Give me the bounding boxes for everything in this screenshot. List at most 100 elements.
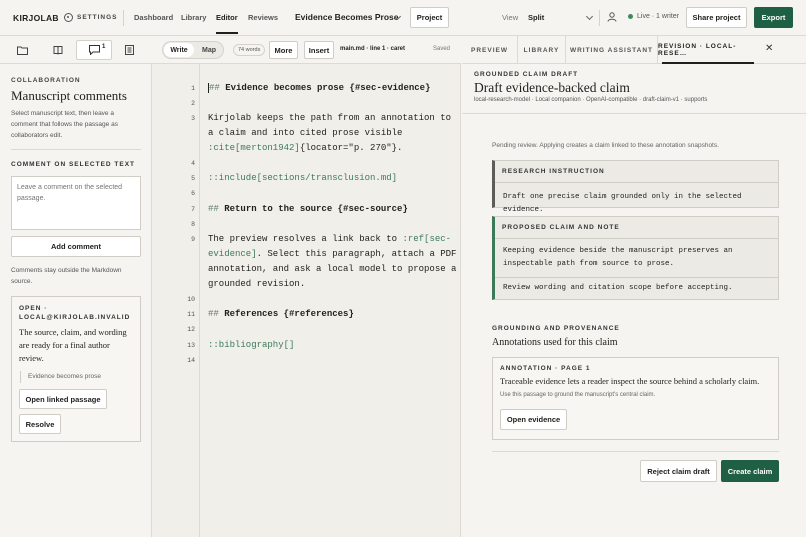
annotation-quote: Traceable evidence lets a reader inspect… (500, 376, 760, 386)
live-status: Live · 1 writer (637, 13, 680, 20)
top-bar: KIRJOLAB SETTINGS Dashboard Library Edit… (0, 0, 806, 36)
grounding-title: Annotations used for this claim (492, 337, 618, 348)
line-number: 10 (187, 296, 195, 303)
code-line-3-wrap[interactable]: a claim and into cited prose visible (208, 126, 402, 141)
panel-title: Manuscript comments (11, 88, 127, 103)
nav-editor-label: Editor (216, 13, 238, 22)
tab-revision[interactable]: REVISION · LOCAL-RESE… (658, 36, 758, 64)
draft-kicker: GROUNDED CLAIM DRAFT (474, 71, 579, 78)
code-line-11[interactable]: ## References {#references} (208, 307, 354, 322)
code-line-9-wrap[interactable]: annotation, and ask a local model to pro… (208, 262, 456, 277)
pending-status: Pending review. Applying creates a claim… (492, 142, 719, 149)
document-title[interactable]: Evidence Becomes Prose (295, 12, 398, 22)
create-claim-button[interactable]: Create claim (721, 460, 779, 482)
comment-textarea[interactable] (11, 176, 141, 230)
paragraph-text: a claim and into cited prose visible (208, 128, 403, 138)
line-number: 8 (191, 221, 195, 228)
thread-status: OPEN · LOCAL@KIRJOLAB.INVALID (19, 305, 131, 321)
paragraph-text: The preview resolves a link back to (208, 234, 403, 244)
line-number: 11 (187, 311, 195, 318)
project-button[interactable]: Project (410, 7, 449, 28)
nav-reviews[interactable]: Reviews (248, 13, 278, 22)
open-linked-passage-button[interactable]: Open linked passage (19, 389, 107, 409)
folder-icon (16, 46, 28, 55)
line-number: 6 (191, 190, 195, 197)
nav-library[interactable]: Library (181, 13, 206, 22)
code-line-9[interactable]: The preview resolves a link back to :ref… (208, 232, 451, 247)
draft-meta: local-research-model · Local companion ·… (474, 97, 708, 103)
proposed-label: PROPOSED CLAIM AND NOTE (495, 217, 778, 239)
save-status: Saved (433, 46, 451, 52)
tab-files[interactable] (4, 40, 40, 60)
caret-location: main.md · line 1 · caret (340, 46, 406, 52)
comments-count-badge: 1 (102, 44, 106, 50)
panel-intro: Select manuscript text, then leave a com… (11, 110, 118, 139)
divider (599, 10, 600, 26)
code-line-7[interactable]: ## Return to the source {#sec-source} (208, 202, 408, 217)
settings-button[interactable]: SETTINGS (64, 13, 118, 22)
tab-history[interactable] (111, 40, 147, 60)
paragraph-text: {locator="p. 270"}. (299, 143, 403, 153)
insert-button[interactable]: Insert (304, 41, 334, 59)
ref-directive: evidence] (208, 249, 257, 259)
chevron-down-icon[interactable] (585, 12, 594, 21)
line-number: 4 (191, 160, 195, 167)
comment-icon (88, 45, 100, 55)
code-line-13[interactable]: ::bibliography[] (208, 338, 294, 353)
export-button[interactable]: Export (754, 7, 793, 28)
code-line-3[interactable]: Kirjolab keeps the path from an annotati… (208, 111, 451, 126)
mode-toggle: Write Map (162, 41, 224, 59)
ref-directive: :ref[sec- (402, 234, 452, 244)
open-evidence-button[interactable]: Open evidence (500, 409, 567, 430)
annotation-card: ANNOTATION · PAGE 1 Traceable evidence l… (492, 357, 779, 440)
tab-comments[interactable]: 1 (76, 40, 112, 60)
draft-title: Draft evidence-backed claim (474, 80, 630, 95)
research-instruction-card: RESEARCH INSTRUCTION Draft one precise c… (492, 160, 779, 214)
tab-writing-assistant[interactable]: WRITING ASSISTANT (566, 36, 658, 64)
tab-preview[interactable]: PREVIEW (462, 36, 518, 64)
write-mode-button[interactable]: Write (164, 43, 194, 57)
line-number: 5 (191, 175, 195, 182)
settings-label: SETTINGS (77, 14, 118, 21)
resolve-button[interactable]: Resolve (19, 414, 61, 434)
instruction-label: RESEARCH INSTRUCTION (495, 161, 778, 183)
user-icon[interactable] (607, 12, 617, 24)
proposed-claim-text: Keeping evidence beside the manuscript p… (495, 239, 778, 278)
close-icon[interactable]: ✕ (765, 44, 773, 54)
tab-revision-label: REVISION · LOCAL-RESE… (658, 43, 737, 57)
right-panel-tabs: PREVIEW LIBRARY WRITING ASSISTANT REVISI… (462, 36, 806, 64)
divider (11, 149, 141, 150)
divider (492, 451, 779, 452)
add-comment-button[interactable]: Add comment (11, 236, 141, 257)
map-mode-button[interactable]: Map (195, 43, 223, 57)
line-number: 14 (187, 357, 195, 364)
proposed-note-text: Review wording and citation scope before… (503, 284, 733, 292)
line-number: 1 (191, 85, 195, 92)
reject-claim-button[interactable]: Reject claim draft (640, 460, 717, 482)
line-number: 2 (191, 100, 195, 107)
heading-text: Return to the source {#sec-source} (224, 204, 408, 214)
code-line-3-wrap[interactable]: :cite[merton1942]{locator="p. 270"}. (208, 141, 402, 156)
paragraph-text: Kirjolab keeps the path from an annotati… (208, 113, 452, 123)
brand-logo[interactable]: KIRJOLAB (13, 13, 59, 23)
word-count: 74 words (233, 44, 266, 56)
code-line-5[interactable]: ::include[sections/transclusion.md] (208, 171, 397, 186)
view-label: View (502, 13, 519, 22)
line-number: 7 (191, 206, 195, 213)
code-line-1[interactable]: ## Evidence becomes prose {#sec-evidence… (208, 81, 430, 96)
code-line-9-wrap[interactable]: grounded revision. (208, 277, 305, 292)
more-button[interactable]: More (269, 41, 298, 59)
markdown-editor[interactable]: 1 2 3 4 5 6 7 8 9 10 11 12 13 14 ## Evid… (152, 64, 461, 537)
nav-dashboard[interactable]: Dashboard (134, 13, 173, 22)
left-panel-tabs: 1 (0, 36, 152, 64)
tab-library[interactable]: LIBRARY (518, 36, 566, 64)
code-line-9-wrap[interactable]: evidence]. Select this paragraph, attach… (208, 247, 456, 262)
view-select[interactable]: Split (528, 13, 544, 22)
book-icon (53, 46, 63, 55)
cite-directive: :cite[merton1942] (208, 143, 300, 153)
comments-note: Comments stay outside the Markdown sourc… (11, 267, 122, 285)
grounding-label: GROUNDING AND PROVENANCE (492, 325, 620, 332)
tab-outline[interactable] (40, 40, 76, 60)
share-project-button[interactable]: Share project (686, 7, 747, 28)
nav-editor[interactable]: Editor (216, 13, 238, 34)
